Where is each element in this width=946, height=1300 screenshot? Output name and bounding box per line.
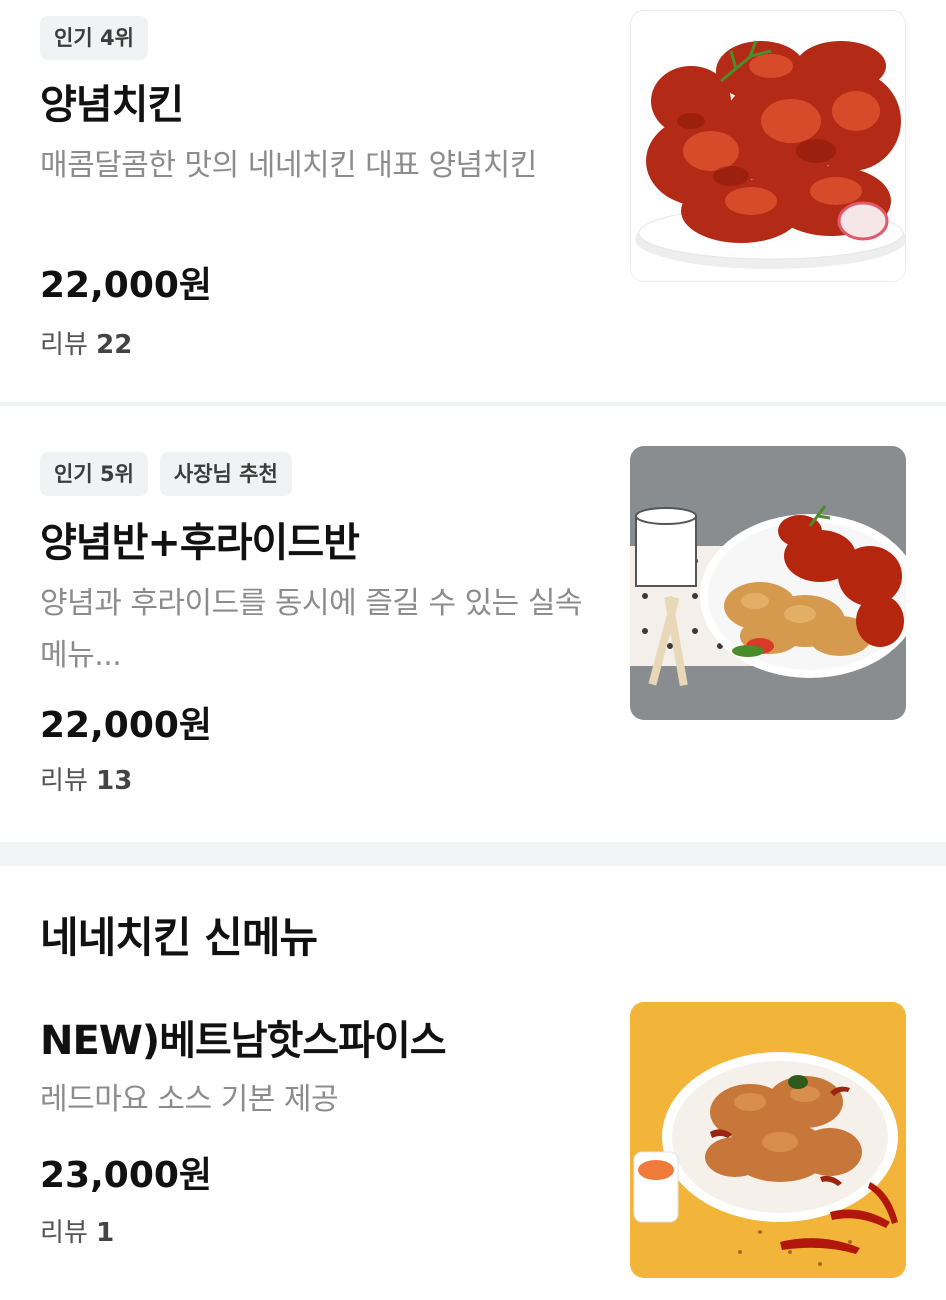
menu-item-price: 23,000원 bbox=[40, 1155, 213, 1196]
menu-item-reviews: 리뷰 22 bbox=[40, 324, 132, 361]
menu-item-reviews: 리뷰 13 bbox=[40, 760, 132, 797]
menu-item-photo[interactable] bbox=[630, 446, 906, 720]
menu-item-photo[interactable] bbox=[630, 10, 906, 282]
reviews-label: 리뷰 bbox=[40, 766, 88, 796]
reviews-count: 22 bbox=[96, 330, 133, 360]
menu-item-title: 양념반+후라이드반 bbox=[40, 520, 360, 566]
menu-item-yangnyeom-chicken[interactable]: 인기 4위 양념치킨 매콤달콤한 맛의 네네치킨 대표 양념치킨 22,000원… bbox=[0, 0, 946, 402]
popularity-badge: 인기 5위 bbox=[40, 452, 148, 496]
popularity-badge: 인기 4위 bbox=[40, 16, 148, 60]
menu-item-description: 매콤달콤한 맛의 네네치킨 대표 양념치킨 bbox=[40, 148, 537, 183]
reviews-label: 리뷰 bbox=[40, 1218, 88, 1248]
badge-group: 인기 4위 bbox=[40, 16, 148, 60]
menu-item-half-half[interactable]: 인기 5위 사장님 추천 양념반+후라이드반 양념과 후라이드를 동시에 즐길 … bbox=[0, 406, 946, 842]
menu-item-price: 22,000원 bbox=[40, 265, 213, 306]
half-half-chicken-image bbox=[630, 446, 906, 720]
owner-recommend-badge: 사장님 추천 bbox=[159, 452, 292, 496]
menu-item-reviews: 리뷰 1 bbox=[40, 1212, 114, 1249]
menu-item-title: 양념치킨 bbox=[40, 82, 184, 128]
menu-item-photo[interactable] bbox=[630, 1002, 906, 1278]
badge-group: 인기 5위 사장님 추천 bbox=[40, 452, 292, 496]
menu-item-title: NEW)베트남핫스파이스 bbox=[40, 1018, 447, 1064]
yangnyeom-chicken-image bbox=[631, 11, 905, 281]
section-new-menu: 네네치킨 신메뉴 NEW)베트남핫스파이스 레드마요 소스 기본 제공 23,0… bbox=[0, 866, 946, 1300]
menu-item-price: 22,000원 bbox=[40, 705, 213, 746]
menu-item-description: 레드마요 소스 기본 제공 bbox=[40, 1082, 339, 1117]
menu-item-description: 양념과 후라이드를 동시에 즐길 수 있는 실속메뉴... bbox=[40, 586, 583, 673]
reviews-count: 13 bbox=[96, 766, 133, 796]
vietnam-hot-spice-image bbox=[630, 1002, 906, 1278]
reviews-count: 1 bbox=[96, 1218, 115, 1248]
section-title: 네네치킨 신메뉴 bbox=[40, 913, 318, 962]
reviews-label: 리뷰 bbox=[40, 330, 88, 360]
section-divider bbox=[0, 842, 946, 866]
